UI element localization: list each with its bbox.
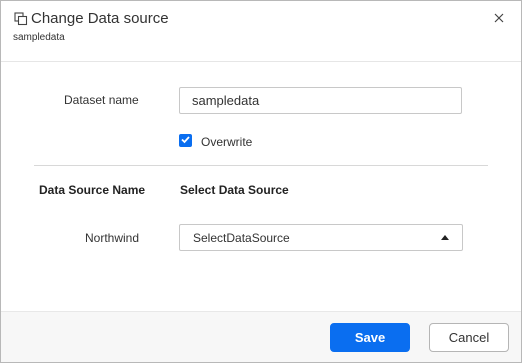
dialog-header: Change Data source sampledata	[1, 1, 521, 62]
chevron-up-icon	[441, 235, 449, 240]
overwrite-label: Overwrite	[201, 135, 253, 149]
check-icon	[180, 132, 191, 150]
change-data-source-dialog: Change Data source sampledata Dataset na…	[0, 0, 522, 363]
data-source-name-header: Data Source Name	[39, 183, 146, 197]
dialog-title: Change Data source	[31, 10, 169, 27]
divider	[34, 165, 488, 166]
dialog-footer: Save Cancel	[1, 311, 521, 362]
dataset-name-input[interactable]	[179, 87, 462, 114]
close-button[interactable]	[489, 9, 509, 29]
select-data-source-header: Select Data Source	[180, 183, 289, 197]
data-source-select[interactable]: SelectDataSource	[179, 224, 463, 251]
overwrite-checkbox[interactable]	[179, 134, 192, 147]
data-source-row-name: Northwind	[85, 231, 140, 245]
save-button[interactable]: Save	[330, 323, 410, 352]
copy-icon	[14, 12, 28, 26]
select-value: SelectDataSource	[193, 231, 290, 245]
close-icon	[494, 10, 504, 28]
cancel-button[interactable]: Cancel	[429, 323, 509, 352]
dataset-name-label: Dataset name	[64, 93, 139, 107]
dialog-subtitle: sampledata	[13, 32, 65, 43]
